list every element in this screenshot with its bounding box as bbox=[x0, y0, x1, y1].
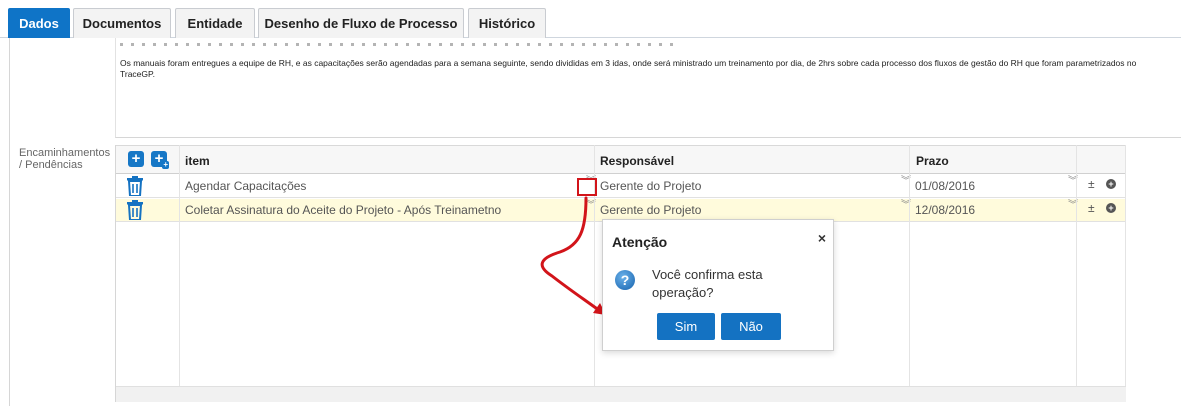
dialog-title: Atenção bbox=[612, 234, 668, 250]
header-item: item bbox=[185, 154, 210, 168]
encaminhamentos-label: Encaminhamentos / Pendências bbox=[19, 147, 111, 171]
confirm-dialog: Atenção × ? Você confirma esta operação?… bbox=[602, 219, 834, 351]
trash-icon[interactable] bbox=[126, 176, 144, 201]
add-circle-icon[interactable]: + bbox=[1106, 179, 1116, 189]
header-responsavel: Responsável bbox=[600, 154, 675, 168]
column-divider bbox=[1076, 145, 1077, 402]
description-text: Os manuais foram entregues a equipe de R… bbox=[120, 58, 1137, 79]
tab-bar: Dados Documentos Entidade Desenho de Flu… bbox=[0, 0, 1181, 38]
add-row-button[interactable]: + bbox=[128, 151, 144, 167]
row-prazo[interactable]: 12/08/2016 bbox=[915, 203, 975, 217]
clipped-text-line bbox=[120, 43, 680, 46]
row-prazo[interactable]: 01/08/2016 bbox=[915, 179, 975, 193]
row-responsavel[interactable]: Gerente do Projeto bbox=[600, 203, 701, 217]
description-textarea[interactable] bbox=[115, 38, 1181, 138]
column-divider bbox=[909, 145, 910, 402]
sort-icon[interactable]: ± bbox=[1088, 201, 1095, 215]
tab-entidade[interactable]: Entidade bbox=[175, 8, 255, 38]
row-item[interactable]: Agendar Capacitações bbox=[185, 179, 306, 193]
column-divider bbox=[179, 145, 180, 402]
row-responsavel[interactable]: Gerente do Projeto bbox=[600, 179, 701, 193]
question-icon: ? bbox=[615, 270, 635, 290]
dialog-message: Você confirma esta operação? bbox=[652, 267, 763, 300]
sort-icon[interactable]: ± bbox=[1088, 177, 1095, 191]
header-prazo: Prazo bbox=[916, 154, 949, 168]
tab-desenho-fluxo[interactable]: Desenho de Fluxo de Processo bbox=[258, 8, 464, 38]
annotation-highlight-box bbox=[577, 178, 597, 196]
grid-header: + + + item Responsável Prazo bbox=[116, 145, 1126, 174]
close-icon[interactable]: × bbox=[818, 230, 826, 246]
tab-dados[interactable]: Dados bbox=[8, 8, 70, 38]
add-multiple-rows-button[interactable]: + + bbox=[151, 151, 169, 169]
confirm-button[interactable]: Sim bbox=[657, 313, 715, 340]
cancel-button[interactable]: Não bbox=[721, 313, 781, 340]
form-left-border bbox=[9, 38, 10, 406]
column-divider bbox=[1125, 145, 1126, 402]
tab-documentos[interactable]: Documentos bbox=[73, 8, 171, 38]
trash-icon[interactable] bbox=[126, 200, 144, 225]
tab-historico[interactable]: Histórico bbox=[468, 8, 546, 38]
add-circle-icon[interactable]: + bbox=[1106, 203, 1116, 213]
table-row[interactable]: Agendar Capacitações ︾ Gerente do Projet… bbox=[116, 175, 1126, 198]
row-item[interactable]: Coletar Assinatura do Aceite do Projeto … bbox=[185, 203, 501, 217]
grid-footer bbox=[116, 386, 1126, 402]
